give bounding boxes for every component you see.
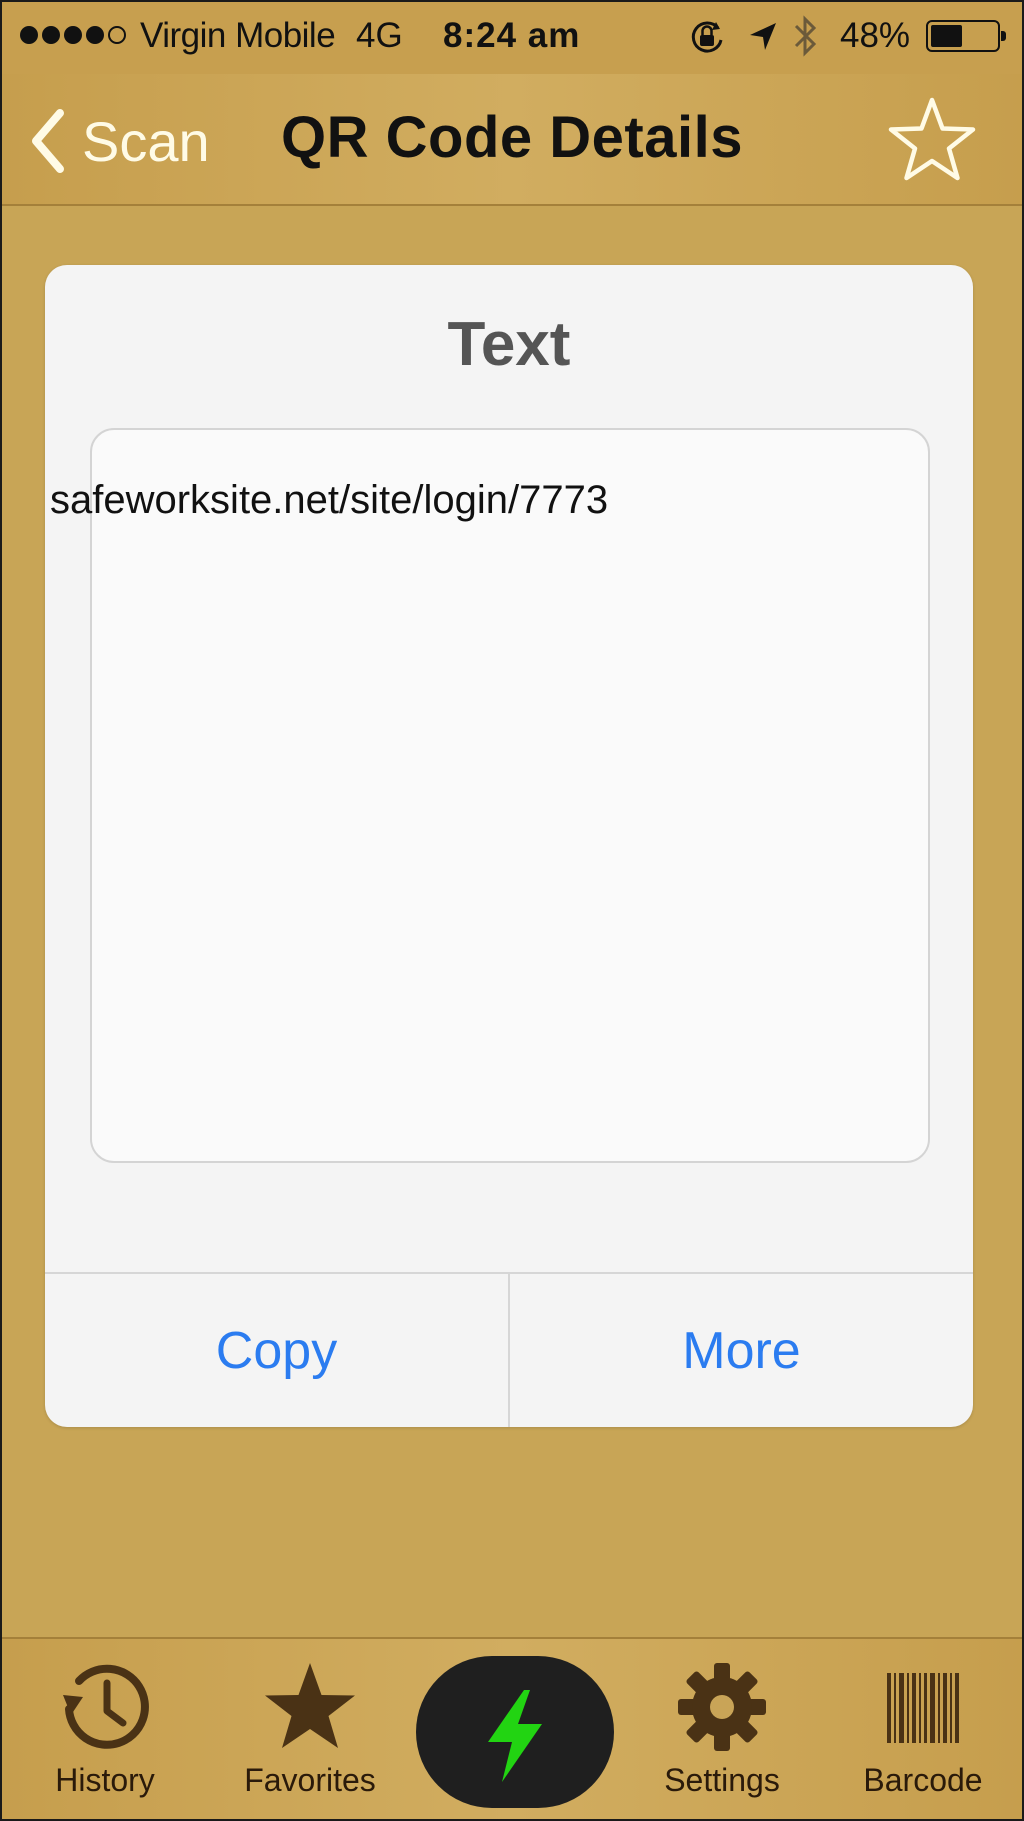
gear-icon (678, 1663, 766, 1751)
tab-history[interactable]: History (20, 1639, 190, 1821)
tab-settings[interactable]: Settings (637, 1639, 807, 1821)
result-text: safeworksite.net/site/login/7773 (50, 478, 609, 522)
tab-barcode-label: Barcode (863, 1762, 983, 1798)
tab-history-label: History (55, 1762, 155, 1798)
result-type-title: Text (447, 310, 571, 379)
result-card: Text Copy More (45, 265, 973, 1427)
tab-barcode[interactable]: Barcode (838, 1639, 1008, 1821)
lightning-bolt-icon (488, 1690, 542, 1782)
card-actions: Copy More (45, 1272, 973, 1427)
status-bar: Virgin Mobile 4G 8:24 am 48% (0, 0, 1024, 74)
tab-favorites-label: Favorites (244, 1762, 376, 1798)
status-time: 8:24 am (443, 16, 581, 55)
navigation-bar: Scan QR Code Details (0, 74, 1024, 206)
scan-button[interactable] (416, 1656, 614, 1808)
carrier-name: Virgin Mobile (140, 16, 336, 55)
bluetooth-icon (794, 15, 817, 57)
tab-favorites[interactable]: Favorites (225, 1639, 395, 1821)
battery-icon (926, 20, 1006, 52)
network-type: 4G (356, 16, 403, 55)
location-arrow-icon (750, 23, 776, 50)
tab-bar: History Favorites Settings Barcode (0, 1637, 1024, 1821)
favorite-button[interactable] (884, 92, 980, 188)
more-button[interactable]: More (508, 1274, 973, 1427)
star-filled-icon (265, 1663, 355, 1748)
tab-settings-label: Settings (664, 1762, 780, 1798)
page-title: QR Code Details (281, 105, 743, 170)
battery-percent: 48% (840, 16, 911, 55)
signal-strength-icon (20, 26, 126, 44)
star-outline-icon (888, 97, 976, 181)
barcode-icon (887, 1673, 959, 1743)
result-text-box[interactable] (90, 428, 930, 1163)
copy-button[interactable]: Copy (45, 1274, 508, 1427)
orientation-lock-icon (691, 21, 723, 53)
history-clock-icon (63, 1664, 149, 1749)
